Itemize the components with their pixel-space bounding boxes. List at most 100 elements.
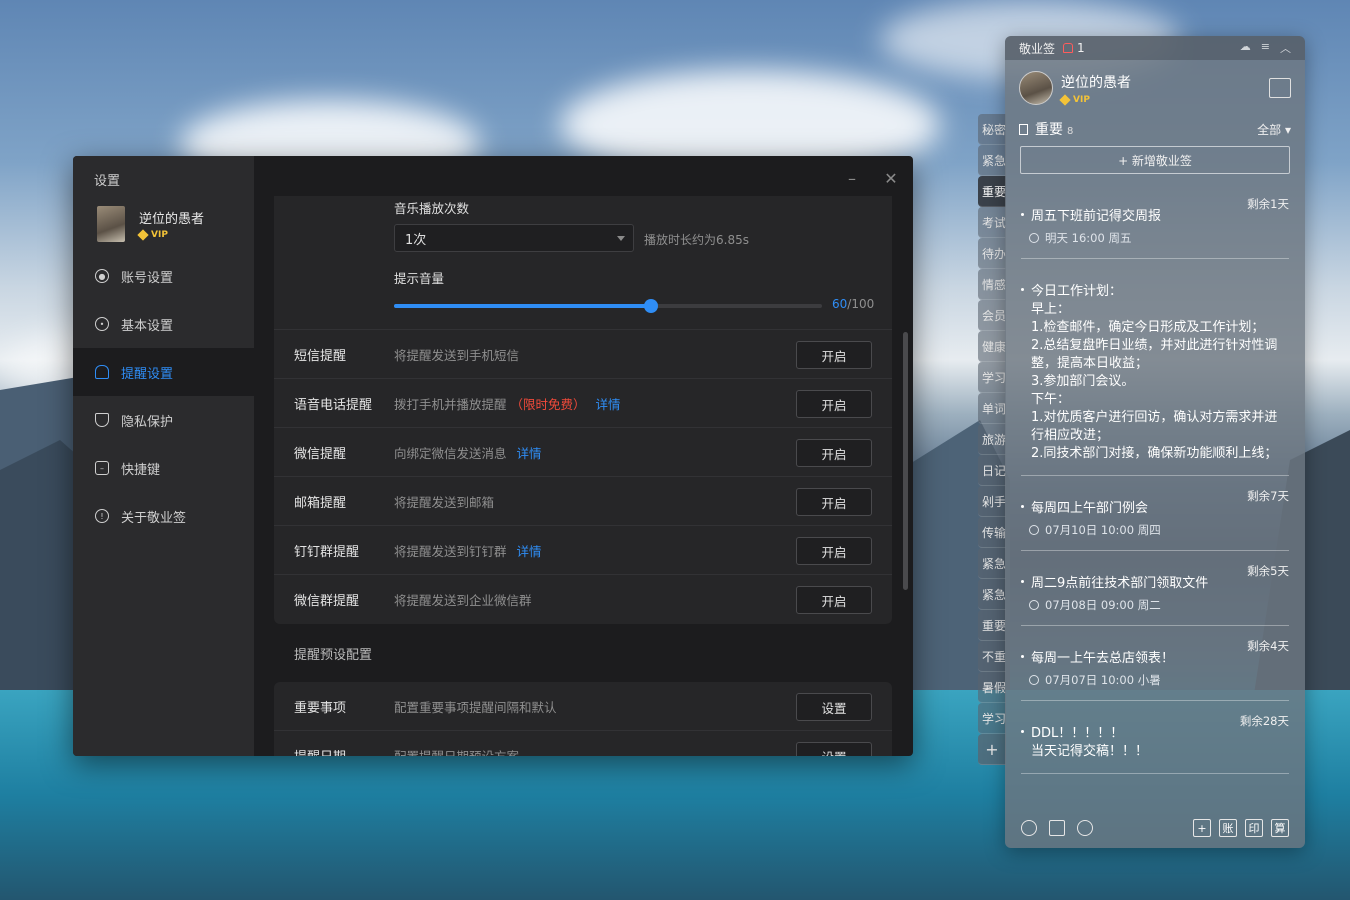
search-icon[interactable] — [1077, 820, 1093, 836]
check-calendar-icon[interactable] — [1049, 820, 1065, 836]
nav-item-about[interactable]: ! 关于敬业签 — [73, 492, 254, 540]
row-title: 重要事项 — [294, 700, 347, 716]
category-tab[interactable]: 重要 — [978, 176, 1006, 207]
volume-slider[interactable] — [394, 299, 822, 313]
voice-details-link[interactable]: 详情 — [596, 394, 621, 413]
footer-tool-button[interactable]: 账 — [1219, 819, 1237, 837]
preset-section-title: 提醒预设配置 — [294, 647, 373, 663]
note-item[interactable]: 剩余28天 DDL！！！！！ 当天记得交稿！！！ — [1021, 714, 1289, 774]
collapse-icon[interactable]: ︿ — [1280, 40, 1291, 56]
category-tab[interactable]: 暑假 — [978, 672, 1006, 703]
footer-tool-button[interactable]: 算 — [1271, 819, 1289, 837]
category-tab[interactable]: 旅游 — [978, 424, 1006, 455]
enable-sms-button[interactable]: 开启 — [796, 341, 872, 369]
nav-item-account[interactable]: ● 账号设置 — [73, 252, 254, 300]
category-tab[interactable]: 日记 — [978, 455, 1006, 486]
duration-hint: 播放时长约为6.85s — [644, 233, 749, 247]
volume-slider-handle[interactable] — [643, 299, 658, 313]
play-count-select[interactable]: 1次 — [394, 224, 634, 252]
info-icon: ! — [95, 509, 109, 523]
repeat-icon — [1029, 525, 1039, 535]
shield-icon — [95, 413, 109, 427]
dingtalk-details-link[interactable]: 详情 — [517, 541, 542, 560]
footer-tool-button[interactable]: 印 — [1245, 819, 1263, 837]
diamond-icon — [1059, 93, 1071, 106]
user-profile[interactable]: 逆位的愚者 VIP — [97, 206, 204, 242]
clock-icon[interactable] — [1021, 820, 1037, 836]
nav-item-basic[interactable]: • 基本设置 — [73, 300, 254, 348]
category-tab[interactable]: 紧急 — [978, 548, 1006, 579]
cloud-icon[interactable]: ☁ — [1240, 40, 1251, 56]
user-icon: ● — [95, 269, 109, 283]
category-tab[interactable]: 情感 — [978, 269, 1006, 300]
repeat-icon — [1029, 233, 1039, 243]
row-title: 微信群提醒 — [294, 594, 360, 609]
avatar[interactable] — [1019, 71, 1053, 105]
enable-email-button[interactable]: 开启 — [796, 488, 872, 516]
note-item[interactable]: 剩余5天 周二9点前往技术部门领取文件 07月08日 09:00 周二 — [1021, 564, 1289, 626]
list-header: 重要 8 全部 ▾ — [1005, 116, 1305, 142]
play-count-label: 音乐播放次数 — [394, 201, 470, 216]
diamond-icon — [137, 229, 149, 241]
add-category-button[interactable]: + — [978, 734, 1006, 765]
reminder-row-email: 邮箱提醒 将提醒发送到邮箱 开启 — [274, 477, 892, 526]
username: 逆位的愚者 — [139, 212, 205, 227]
free-badge: （限时免费） — [510, 396, 586, 412]
list-title: 重要 — [1035, 122, 1063, 138]
category-tab[interactable]: 紧急 — [978, 145, 1006, 176]
nav-item-privacy[interactable]: 隐私保护 — [73, 396, 254, 444]
category-tab[interactable]: 紧急 — [978, 579, 1006, 610]
enable-dingtalk-button[interactable]: 开启 — [796, 537, 872, 565]
volume-slider-fill — [394, 304, 651, 308]
category-tab[interactable]: 会员 — [978, 300, 1006, 331]
category-tab[interactable]: 剁手 — [978, 486, 1006, 517]
bullet — [1021, 505, 1024, 508]
row-desc: 将提醒发送到邮箱 — [394, 494, 495, 510]
calendar-icon[interactable] — [1269, 78, 1291, 98]
important-settings-button[interactable]: 设置 — [796, 693, 872, 721]
settings-title: 设置 — [94, 174, 121, 189]
row-title: 语音电话提醒 — [294, 397, 373, 413]
category-tab[interactable]: 传输 — [978, 517, 1006, 548]
note-item[interactable]: 剩余1天 周五下班前记得交周报 明天 16:00 周五 — [1021, 197, 1289, 259]
reminder-row-sms: 短信提醒 将提醒发送到手机短信 开启 — [274, 330, 892, 379]
reminder-row-wecom: 微信群提醒 将提醒发送到企业微信群 开启 — [274, 575, 892, 624]
scrollbar[interactable] — [903, 332, 908, 590]
note-list: 剩余1天 周五下班前记得交周报 明天 16:00 周五今日工作计划： 早上： 1.检… — [1005, 196, 1305, 808]
bell-icon[interactable] — [1063, 43, 1074, 53]
category-tab[interactable]: 待办 — [978, 238, 1006, 269]
category-tab[interactable]: 不重 — [978, 641, 1006, 672]
settings-content: 音乐播放次数 1次 播放时长约为6.85s 提示音量 60/100 短信提醒 将… — [274, 196, 892, 756]
category-tab[interactable]: 单词 — [978, 393, 1006, 424]
category-tab[interactable]: 健康 — [978, 331, 1006, 362]
filter-dropdown[interactable]: 全部 ▾ — [1257, 121, 1291, 138]
footer-tool-button[interactable]: + — [1193, 819, 1211, 837]
add-note-button[interactable]: + 新增敬业签 — [1020, 146, 1290, 174]
category-tab[interactable]: 学习 — [978, 362, 1006, 393]
music-settings: 音乐播放次数 1次 播放时长约为6.85s 提示音量 60/100 — [274, 196, 892, 330]
preset-row-date: 提醒日期 配置提醒日期预设方案 设置 — [274, 731, 892, 756]
date-settings-button[interactable]: 设置 — [796, 742, 872, 756]
category-tab[interactable]: 学习 — [978, 703, 1006, 734]
category-tab[interactable]: 秘密 — [978, 114, 1006, 145]
nav-item-shortcuts[interactable]: – 快捷键 — [73, 444, 254, 492]
note-item[interactable]: 剩余7天 每周四上午部门例会 07月10日 10:00 周四 — [1021, 489, 1289, 551]
row-desc: 将提醒发送到企业微信群 — [394, 593, 532, 608]
category-tab[interactable]: 考试 — [978, 207, 1006, 238]
vip-badge: VIP — [137, 229, 204, 241]
remaining-days: 剩余7天 — [1247, 489, 1289, 503]
remaining-days: 剩余1天 — [1247, 197, 1289, 211]
minimize-button[interactable]: – — [840, 166, 864, 190]
note-item[interactable]: 今日工作计划： 早上： 1.检查邮件，确定今日形成及工作计划； 2.总结复盘昨日… — [1021, 277, 1289, 476]
close-button[interactable]: ✕ — [879, 166, 903, 190]
category-tab[interactable]: 重要 — [978, 610, 1006, 641]
enable-wechat-button[interactable]: 开启 — [796, 439, 872, 467]
nav-item-reminders[interactable]: 提醒设置 — [73, 348, 254, 396]
enable-voice-button[interactable]: 开启 — [796, 390, 872, 418]
reminder-row-voice: 语音电话提醒 拨打手机并播放提醒 （限时免费） 详情 开启 — [274, 379, 892, 428]
menu-icon[interactable]: ≡ — [1261, 40, 1270, 56]
reminder-card: 音乐播放次数 1次 播放时长约为6.85s 提示音量 60/100 短信提醒 将… — [274, 196, 892, 624]
wechat-details-link[interactable]: 详情 — [517, 443, 542, 462]
note-item[interactable]: 剩余4天 每周一上午去总店领表！ 07月07日 10:00 小暑 — [1021, 639, 1289, 701]
enable-wecom-button[interactable]: 开启 — [796, 586, 872, 614]
